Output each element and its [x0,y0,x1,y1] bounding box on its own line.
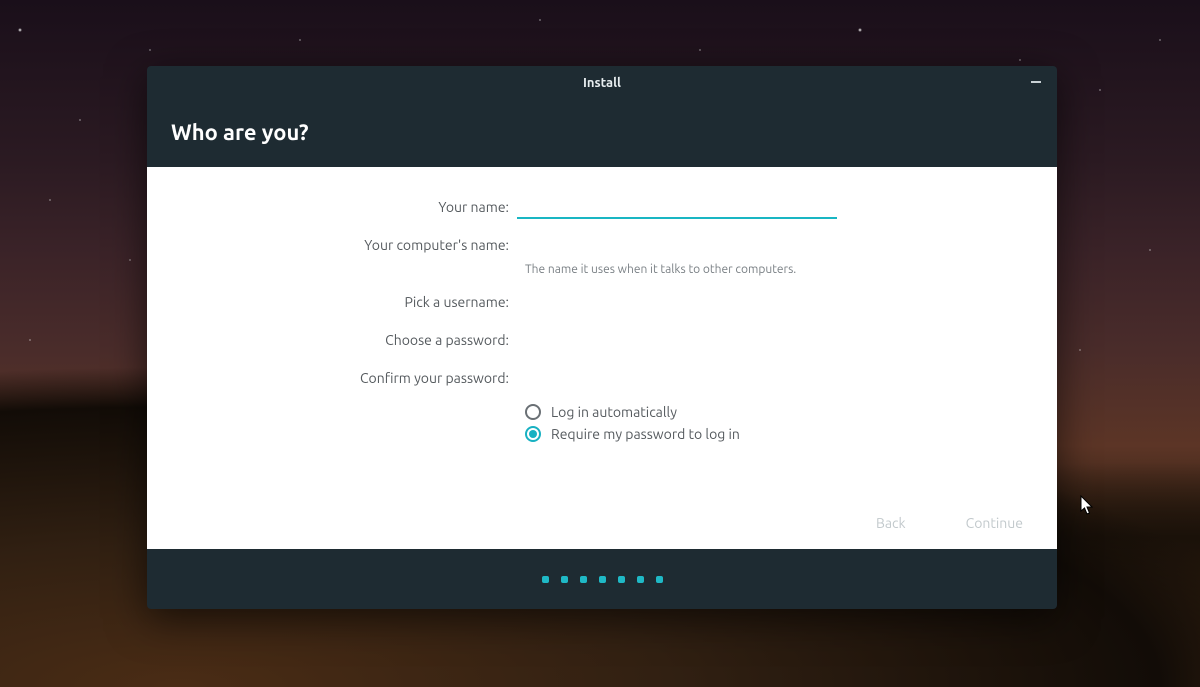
wizard-actions: Back Continue [876,515,1023,531]
computer-name-hint: The name it uses when it talks to other … [525,263,895,276]
confirm-password-label: Confirm your password: [147,370,517,386]
password-label: Choose a password: [147,332,517,348]
radio-checked-icon [525,426,541,442]
your-name-input[interactable] [517,195,837,219]
progress-dot [542,576,549,583]
confirm-password-input[interactable] [517,366,837,390]
login-require-password-radio[interactable]: Require my password to log in [525,426,1057,442]
computer-name-label: Your computer's name: [147,237,517,253]
login-options-group: Log in automatically Require my password… [525,404,1057,442]
page-heading: Who are you? [147,100,1057,167]
window-titlebar[interactable]: Install [147,66,1057,100]
back-button[interactable]: Back [876,515,906,531]
login-require-label: Require my password to log in [551,426,740,442]
progress-dot [618,576,625,583]
continue-button[interactable]: Continue [966,515,1023,531]
radio-dot-icon [529,430,537,438]
your-name-label: Your name: [147,199,517,215]
login-auto-radio[interactable]: Log in automatically [525,404,1057,420]
progress-dots [147,549,1057,609]
progress-dot [599,576,606,583]
username-label: Pick a username: [147,294,517,310]
progress-dot [656,576,663,583]
login-auto-label: Log in automatically [551,404,677,420]
window-title: Install [583,76,621,90]
minimize-icon[interactable] [1031,81,1041,83]
progress-dot [637,576,644,583]
radio-unchecked-icon [525,404,541,420]
computer-name-input[interactable] [517,233,837,257]
progress-dot [561,576,568,583]
password-input[interactable] [517,328,837,352]
progress-dot [580,576,587,583]
form-content: Your name: Your computer's name: The nam… [147,167,1057,549]
username-input[interactable] [517,290,837,314]
installer-window: Install Who are you? Your name: Your com… [147,66,1057,609]
